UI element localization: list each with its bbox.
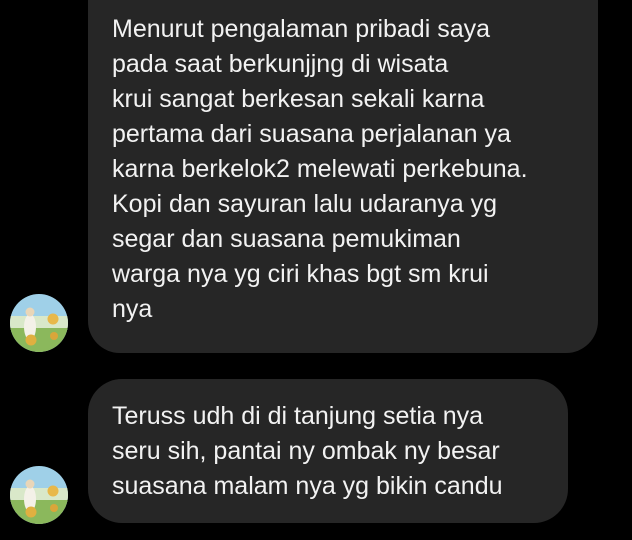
message-line: Teruss udh di di tanjung setia nya — [112, 402, 484, 430]
message-line: nya — [112, 295, 153, 323]
message-line: karna berkelok2 melewati perkebuna. — [112, 155, 528, 183]
message-line: segar dan suasana pemukiman — [112, 225, 461, 253]
sender-avatar[interactable] — [10, 466, 68, 524]
profile-photo-icon — [10, 294, 68, 352]
message-thread: Menurut pengalaman pribadi saya pada saa… — [0, 0, 632, 540]
sender-avatar[interactable] — [10, 294, 68, 352]
message-line: pada saat berkunjjng di wisata — [112, 50, 449, 78]
message-line: seru sih, pantai ny ombak ny besar — [112, 437, 500, 465]
message-line: pertama dari suasana perjalanan ya — [112, 120, 511, 148]
message-line: Kopi dan sayuran lalu udaranya yg — [112, 190, 497, 218]
message-line: krui sangat berkesan sekali karna — [112, 85, 485, 113]
message-line: warga nya yg ciri khas bgt sm krui — [112, 260, 489, 288]
message-line: suasana malam nya yg bikin candu — [112, 472, 503, 500]
message-bubble-2[interactable]: Teruss udh di di tanjung setia nya seru … — [88, 379, 568, 523]
profile-photo-icon — [10, 466, 68, 524]
message-line: Menurut pengalaman pribadi saya — [112, 15, 491, 43]
message-bubble-1[interactable]: Menurut pengalaman pribadi saya pada saa… — [88, 0, 598, 353]
